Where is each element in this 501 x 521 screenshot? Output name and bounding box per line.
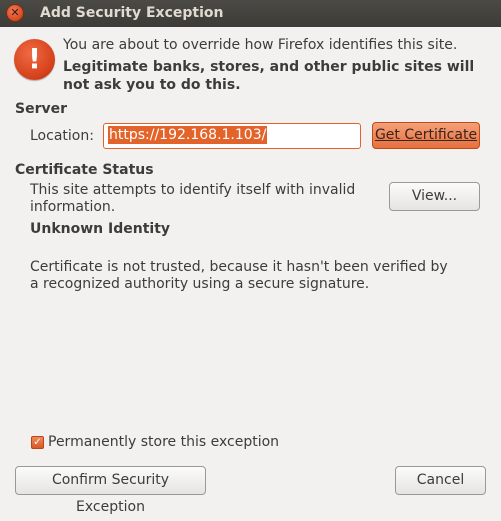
server-heading: Server — [15, 101, 68, 117]
cancel-button[interactable]: Cancel — [395, 466, 486, 495]
view-label: View... — [411, 188, 458, 204]
certificate-status-description: This site attempts to identify itself wi… — [30, 182, 356, 215]
confirm-exception-button[interactable]: Confirm Security Exception — [15, 466, 206, 515]
window-titlebar: ✕ Add Security Exception — [0, 0, 501, 27]
permanent-checkbox[interactable]: ✓ — [31, 436, 44, 449]
permanent-label[interactable]: Permanently store this exception — [48, 434, 279, 451]
location-input[interactable]: https://192.168.1.103/ — [103, 123, 361, 149]
window-title: Add Security Exception — [40, 5, 224, 21]
alert-icon: ! — [14, 39, 55, 80]
certificate-status-heading: Certificate Status — [15, 162, 154, 178]
cancel-label: Cancel — [416, 472, 465, 488]
warning-message-bold: Legitimate banks, stores, and other publ… — [63, 59, 475, 93]
get-certificate-button[interactable]: Get Certificate — [372, 122, 480, 149]
view-button[interactable]: View... — [389, 182, 480, 211]
get-certificate-label: Get Certificate — [374, 127, 478, 143]
location-value: https://192.168.1.103/ — [108, 126, 268, 144]
close-icon[interactable]: ✕ — [6, 4, 24, 22]
identity-detail: Certificate is not trusted, because it h… — [30, 259, 448, 292]
check-icon: ✓ — [33, 437, 42, 448]
warning-message: You are about to override how Firefox id… — [63, 37, 458, 53]
confirm-exception-label: Confirm Security Exception — [51, 472, 170, 515]
identity-heading: Unknown Identity — [30, 221, 171, 237]
location-label: Location: — [30, 128, 94, 144]
